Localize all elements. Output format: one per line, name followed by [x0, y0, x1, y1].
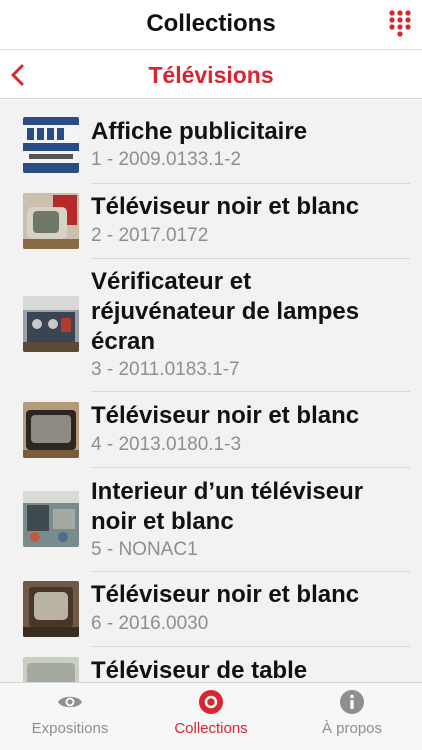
- thumbnail-tv: [23, 581, 79, 637]
- tab-expositions[interactable]: Expositions: [0, 683, 140, 750]
- item-subtitle: 1 - 2009.0133.1-2: [91, 149, 242, 170]
- app-title: Collections: [146, 10, 276, 37]
- item-subtitle: 2 - 2017.0172: [91, 225, 209, 246]
- item-title: Affiche publicitaire: [91, 118, 308, 145]
- thumbnail-tv: [23, 402, 79, 458]
- list-item[interactable]: Interieur d’un téléviseur noir et blanc …: [0, 468, 422, 572]
- info-icon: [339, 689, 365, 715]
- top-bar: Collections: [0, 0, 422, 50]
- thumbnail-tester: [23, 296, 79, 352]
- tab-label: À propos: [321, 720, 383, 737]
- tab-collections[interactable]: Collections: [141, 683, 281, 750]
- item-title: Téléviseur noir et blanc: [91, 402, 360, 429]
- tab-label: Expositions: [31, 720, 109, 737]
- thumbnail-tv: [23, 193, 79, 249]
- item-title: Interieur d’un téléviseur noir et blanc: [91, 478, 364, 535]
- thumbnail-tv: [23, 657, 79, 682]
- list-item[interactable]: Téléviseur noir et blanc 6 - 2016.0030: [0, 572, 422, 647]
- list-item[interactable]: Téléviseur noir et blanc 2 - 2017.0172: [0, 184, 422, 259]
- sub-header: Télévisions: [0, 51, 422, 99]
- tab-label: Collections: [174, 720, 248, 737]
- list-item[interactable]: Téléviseur noir et blanc 4 - 2013.0180.1…: [0, 392, 422, 468]
- item-title: Téléviseur de table: [91, 657, 308, 682]
- list-item[interactable]: Affiche publicitaire 1 - 2009.0133.1-2: [0, 100, 422, 184]
- item-subtitle: 4 - 2013.0180.1-3: [91, 434, 242, 455]
- thumbnail-tv-interior: [23, 491, 79, 547]
- thumbnail-poster: [23, 117, 79, 173]
- section-title: Télévisions: [148, 62, 274, 88]
- list-item[interactable]: Téléviseur de table: [0, 647, 422, 682]
- item-subtitle: 5 - NONAC1: [91, 539, 198, 560]
- item-title: Vérificateur et réjuvénateur de lampes é…: [91, 268, 360, 355]
- item-subtitle: 6 - 2016.0030: [91, 613, 209, 634]
- grid-dots-icon[interactable]: [388, 9, 412, 39]
- collections-icon: [198, 689, 224, 715]
- tab-a-propos[interactable]: À propos: [282, 683, 422, 750]
- eye-icon: [57, 689, 83, 715]
- collection-list: Affiche publicitaire 1 - 2009.0133.1-2 T…: [0, 100, 422, 682]
- item-subtitle: 3 - 2011.0183.1-7: [91, 359, 240, 380]
- list-item[interactable]: Vérificateur et réjuvénateur de lampes é…: [0, 259, 422, 392]
- tab-bar: Expositions Collections À propos: [0, 682, 422, 750]
- item-title: Téléviseur noir et blanc: [91, 581, 360, 608]
- item-title: Téléviseur noir et blanc: [91, 193, 360, 220]
